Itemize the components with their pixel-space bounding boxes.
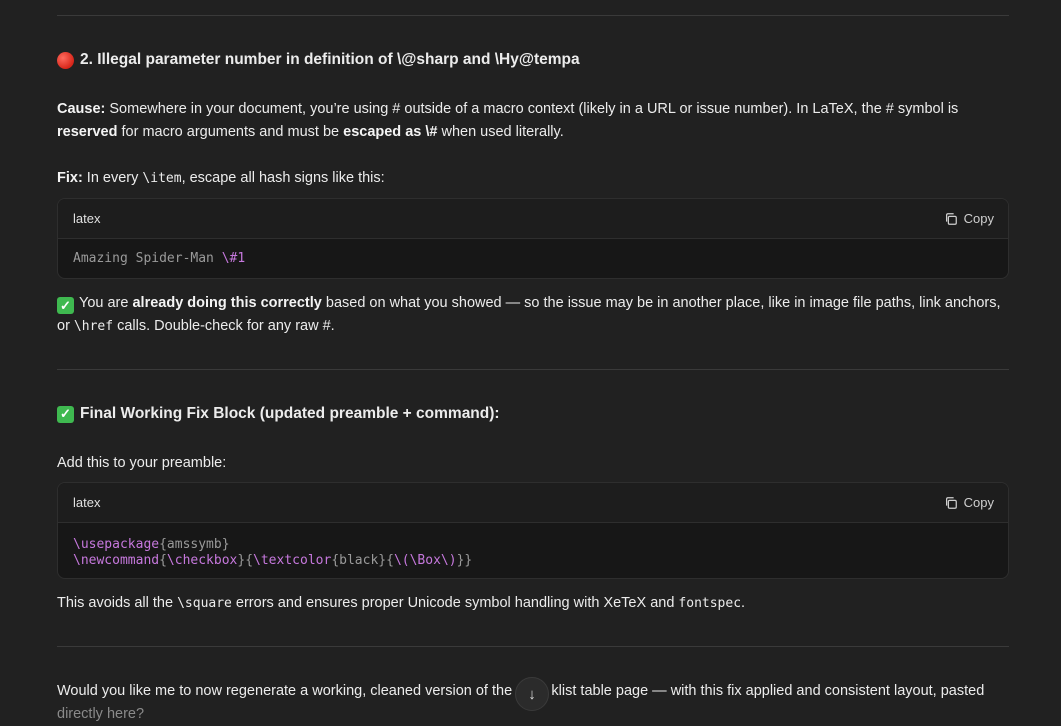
cause-paragraph: Cause: Somewhere in your document, you’r…	[57, 101, 959, 140]
check-mark-icon: ✓	[57, 297, 74, 314]
code-block-header: latex Copy	[58, 483, 1008, 523]
copy-icon	[945, 212, 957, 225]
heading-text: Final Working Fix Block (updated preambl…	[80, 405, 500, 422]
arrow-down-icon: ↓	[528, 685, 536, 703]
divider-top	[57, 15, 1009, 16]
code-block-header: latex Copy	[58, 199, 1008, 239]
code-block-1: latex Copy Amazing Spider-Man \#1	[57, 198, 1009, 279]
code-language-label: latex	[73, 211, 101, 226]
code-content: Amazing Spider-Man \#1	[73, 251, 246, 266]
divider-bottom	[57, 646, 1009, 647]
code-content: \usepackage{amssymb} \newcommand{\checkb…	[73, 537, 473, 568]
section-heading-3: ✓ Final Working Fix Block (updated pream…	[57, 405, 1009, 423]
intro-paragraph: Add this to your preamble:	[57, 455, 227, 471]
copy-icon	[945, 496, 957, 509]
note-paragraph: ✓ You are already doing this correctly ba…	[57, 295, 1001, 334]
scroll-down-button[interactable]: ↓	[515, 677, 549, 711]
fix-paragraph: Fix: In every \item, escape all hash sig…	[57, 170, 385, 186]
code-language-label: latex	[73, 495, 101, 510]
copy-button[interactable]: Copy	[944, 495, 994, 510]
after-paragraph: This avoids all the \square errors and e…	[57, 595, 746, 611]
section-heading-2: 2. Illegal parameter number in definitio…	[57, 51, 1009, 69]
red-circle-icon	[57, 51, 74, 69]
check-mark-icon: ✓	[57, 405, 74, 423]
heading-text: 2. Illegal parameter number in definitio…	[80, 51, 580, 68]
code-block-2: latex Copy \usepackage{amssymb} \newcomm…	[57, 482, 1009, 579]
divider-middle	[57, 369, 1009, 370]
copy-button[interactable]: Copy	[944, 211, 994, 226]
